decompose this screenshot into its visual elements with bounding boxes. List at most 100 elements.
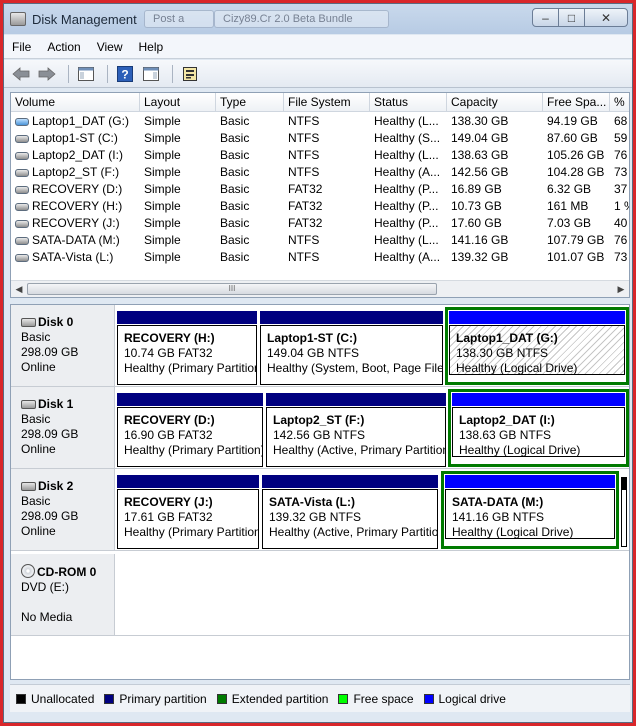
menu-help[interactable]: Help bbox=[139, 40, 164, 54]
primary-partition-bar bbox=[117, 393, 263, 406]
table-row[interactable]: Laptop1_DAT (G:) Simple Basic NTFS Healthy (… bbox=[11, 113, 629, 130]
scroll-right-icon[interactable]: ▶ bbox=[616, 284, 626, 294]
menu-file[interactable]: File bbox=[12, 40, 31, 54]
partition-size: 149.04 GB NTFS bbox=[267, 346, 360, 360]
column-header-type[interactable]: Type bbox=[216, 93, 284, 112]
properties-button[interactable] bbox=[179, 64, 201, 84]
table-row[interactable]: SATA-DATA (M:) Simple Basic NTFS Healthy (L.… bbox=[11, 232, 629, 249]
partition-size: 16.90 GB FAT32 bbox=[124, 428, 213, 442]
free-cell: 101.07 GB bbox=[547, 250, 605, 264]
table-row[interactable]: RECOVERY (D:) Simple Basic FAT32 Healthy (P.… bbox=[11, 181, 629, 198]
layout-cell: Simple bbox=[144, 250, 181, 264]
disk-row[interactable]: Disk 1 Basic 298.09 GB Online RECOVERY (D:) 1… bbox=[11, 387, 629, 469]
help-button[interactable]: ? bbox=[114, 64, 136, 84]
help-icon: ? bbox=[117, 65, 133, 82]
layout-cell: Simple bbox=[144, 233, 181, 247]
unallocated-block[interactable] bbox=[621, 477, 627, 547]
disk-label[interactable]: Disk 2 Basic 298.09 GB Online bbox=[11, 469, 115, 550]
disk-label[interactable]: Disk 0 Basic 298.09 GB Online bbox=[11, 305, 115, 386]
partition-size: 142.56 GB NTFS bbox=[273, 428, 366, 442]
volume-name: RECOVERY (D:) bbox=[32, 182, 123, 196]
forward-arrow-icon bbox=[38, 66, 56, 81]
partition-block[interactable]: RECOVERY (D:) 16.90 GB FAT32 Healthy (Prim… bbox=[117, 393, 263, 467]
partition-block[interactable]: RECOVERY (H:) 10.74 GB FAT32 Healthy (Prim… bbox=[117, 311, 257, 385]
svg-text:?: ? bbox=[121, 67, 128, 81]
pct-cell: 1 % bbox=[614, 199, 629, 213]
status-cell: Healthy (L... bbox=[374, 114, 439, 128]
free-cell: 107.79 GB bbox=[547, 233, 605, 247]
disk-label[interactable]: Disk 1 Basic 298.09 GB Online bbox=[11, 387, 115, 468]
table-row[interactable]: Laptop2_DAT (I:) Simple Basic NTFS Healthy (… bbox=[11, 147, 629, 164]
volume-cell: Laptop2_ST (F:) bbox=[11, 164, 140, 181]
legend-label: Unallocated bbox=[31, 691, 95, 706]
close-button[interactable]: ✕ bbox=[584, 8, 628, 27]
column-header-free-space[interactable]: Free Spa... bbox=[543, 93, 610, 112]
table-row[interactable]: RECOVERY (H:) Simple Basic FAT32 Healthy (P.… bbox=[11, 198, 629, 215]
menu-action[interactable]: Action bbox=[47, 40, 80, 54]
free-cell: 6.32 GB bbox=[547, 182, 592, 196]
layout-cell: Simple bbox=[144, 216, 181, 230]
free-cell: 161 MB bbox=[547, 199, 589, 213]
disk-status: Online bbox=[21, 524, 56, 538]
partition-block[interactable]: Laptop2_ST (F:) 142.56 GB NTFS Healthy (Ac… bbox=[266, 393, 446, 467]
toolbar-separator bbox=[68, 64, 69, 83]
volume-cell: RECOVERY (H:) bbox=[11, 198, 140, 215]
show-hide-console-tree-button[interactable] bbox=[75, 64, 97, 84]
table-row[interactable]: SATA-Vista (L:) Simple Basic NTFS Healthy (A… bbox=[11, 249, 629, 266]
forward-button[interactable] bbox=[36, 64, 58, 84]
minimize-button[interactable]: ‒ bbox=[532, 8, 559, 27]
volume-name: SATA-DATA (M:) bbox=[32, 233, 120, 247]
volume-list: Volume Layout Type File System Status Ca… bbox=[10, 92, 630, 298]
volume-name: SATA-Vista (L:) bbox=[32, 250, 114, 264]
cdrom-status: No Media bbox=[21, 610, 73, 624]
show-hide-action-pane-button[interactable] bbox=[140, 64, 162, 84]
disk-management-app-icon bbox=[10, 12, 26, 26]
partition-info: Laptop1_DAT (G:) 138.30 GB NTFS Healthy (L… bbox=[449, 325, 625, 375]
window-controls: ‒ □ ✕ bbox=[532, 8, 628, 27]
partition-status: Healthy (Primary Partition) bbox=[124, 443, 263, 457]
partition-block[interactable]: RECOVERY (J:) 17.61 GB FAT32 Healthy (Prim… bbox=[117, 475, 259, 549]
volume-name: RECOVERY (H:) bbox=[32, 199, 123, 213]
title-bar[interactable]: Disk Management Post a Cizy89.Cr 2.0 Bet… bbox=[4, 4, 632, 34]
partition-block[interactable]: SATA-Vista (L:) 139.32 GB NTFS Healthy (Ac… bbox=[262, 475, 438, 549]
partition-block[interactable]: Laptop2_DAT (I:) 138.63 GB NTFS Healthy (L… bbox=[448, 389, 629, 467]
scroll-left-icon[interactable]: ◀ bbox=[14, 284, 24, 294]
status-bar bbox=[4, 712, 632, 722]
maximize-icon: □ bbox=[567, 10, 576, 25]
menu-view[interactable]: View bbox=[97, 40, 123, 54]
column-header-percent-free[interactable]: % F bbox=[610, 93, 629, 112]
table-row[interactable]: Laptop2_ST (F:) Simple Basic NTFS Healthy (A… bbox=[11, 164, 629, 181]
status-cell: Healthy (P... bbox=[374, 216, 439, 230]
disk-row[interactable]: Disk 2 Basic 298.09 GB Online RECOVERY (J:) 1… bbox=[11, 469, 629, 551]
partition-block[interactable]: Laptop1_DAT (G:) 138.30 GB NTFS Healthy (L… bbox=[445, 307, 629, 385]
column-header-capacity[interactable]: Capacity bbox=[447, 93, 543, 112]
back-button[interactable] bbox=[10, 64, 32, 84]
partition-block[interactable]: SATA-DATA (M:) 141.16 GB NTFS Healthy (Log… bbox=[441, 471, 619, 549]
toolbar: ? bbox=[4, 60, 632, 88]
disk-row[interactable]: Disk 0 Basic 298.09 GB Online RECOVERY (H:) 1… bbox=[11, 305, 629, 387]
table-row[interactable]: Laptop1-ST (C:) Simple Basic NTFS Healthy (S… bbox=[11, 130, 629, 147]
status-cell: Healthy (S... bbox=[374, 131, 441, 145]
column-header-file-system[interactable]: File System bbox=[284, 93, 370, 112]
type-cell: Basic bbox=[220, 148, 250, 162]
type-cell: Basic bbox=[220, 131, 250, 145]
partition-name: Laptop1-ST (C:) bbox=[267, 331, 357, 345]
column-header-layout[interactable]: Layout bbox=[140, 93, 216, 112]
table-row[interactable]: RECOVERY (J:) Simple Basic FAT32 Healthy (P.… bbox=[11, 215, 629, 232]
cdrom-label[interactable]: CD-ROM 0 DVD (E:) No Media bbox=[11, 554, 115, 635]
pct-cell: 37 bbox=[614, 182, 628, 196]
partition-size: 17.61 GB FAT32 bbox=[124, 510, 213, 524]
disk-name: Disk 2 bbox=[38, 479, 74, 493]
horizontal-scrollbar[interactable]: ◀ III ▶ bbox=[11, 280, 629, 297]
volume-cell: SATA-Vista (L:) bbox=[11, 249, 140, 266]
partition-block[interactable]: Laptop1-ST (C:) 149.04 GB NTFS Healthy (Sy… bbox=[260, 311, 443, 385]
status-cell: Healthy (A... bbox=[374, 165, 441, 179]
scrollbar-thumb[interactable]: III bbox=[27, 283, 437, 295]
column-header-volume[interactable]: Volume bbox=[11, 93, 140, 112]
maximize-button[interactable]: □ bbox=[558, 8, 585, 27]
cdrom-row[interactable]: CD-ROM 0 DVD (E:) No Media bbox=[11, 554, 629, 636]
primary-partition-bar bbox=[260, 311, 443, 324]
column-header-status[interactable]: Status bbox=[370, 93, 447, 112]
close-icon: ✕ bbox=[600, 10, 612, 25]
volume-cell: RECOVERY (J:) bbox=[11, 215, 140, 232]
